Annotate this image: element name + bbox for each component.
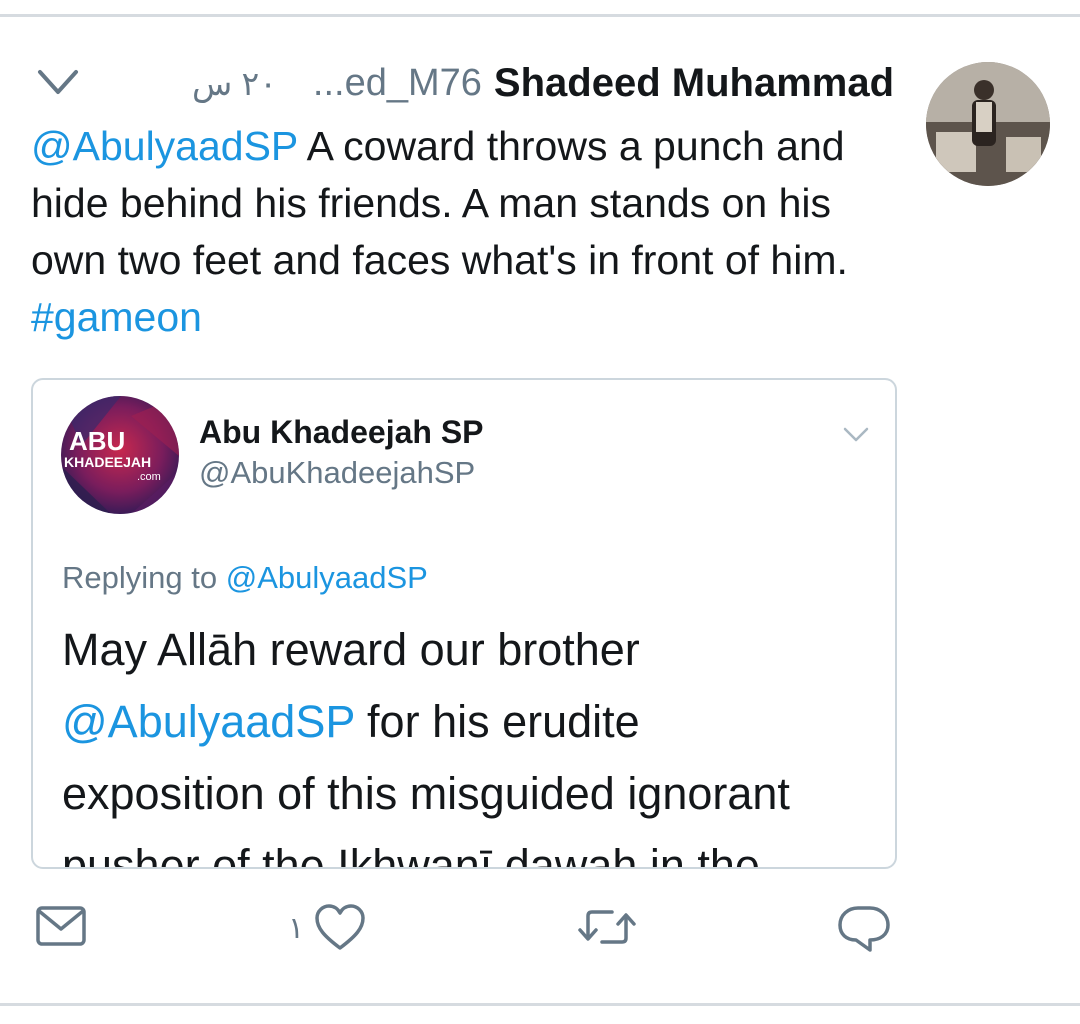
like-count: ١	[288, 911, 305, 945]
author-name[interactable]: Shadeed Muhammad	[494, 61, 894, 106]
quoted-line-1: May Allāh reward our brother	[62, 624, 640, 675]
avatar-logo-subtext: KHADEEJAH	[64, 454, 151, 470]
tweet-mention-link[interactable]: @AbulyaadSP	[31, 123, 298, 169]
quoted-tweet-card[interactable]: ABU KHADEEJAH .com Abu Khadeejah SP @Abu…	[31, 378, 897, 869]
reply-button[interactable]	[836, 904, 892, 954]
quoted-line-3: exposition of this misguided ignorant	[62, 768, 790, 819]
quoted-chevron-down-icon[interactable]	[843, 426, 869, 444]
top-divider	[0, 14, 1080, 17]
quoted-author-avatar[interactable]: ABU KHADEEJAH .com	[61, 396, 179, 514]
quoted-author-name[interactable]: Abu Khadeejah SP	[199, 414, 484, 451]
like-button[interactable]: ١	[288, 904, 366, 952]
replying-to: Replying to @AbulyaadSP	[62, 560, 428, 596]
retweet-button[interactable]	[578, 904, 636, 950]
replying-label: Replying to	[62, 560, 226, 595]
reply-icon	[838, 906, 890, 952]
heart-icon	[315, 904, 365, 950]
tweet-timestamp[interactable]: ٢٠ س	[192, 64, 277, 103]
hashtag-link[interactable]: #gameon	[31, 294, 202, 340]
quoted-tweet-text: May Allāh reward our brother @AbulyaadSP…	[62, 614, 872, 869]
quoted-line-2: @AbulyaadSP for his erudite	[62, 686, 872, 758]
author-handle[interactable]: ...ed_M76	[313, 62, 482, 105]
retweet-icon	[578, 910, 636, 944]
chevron-down-icon[interactable]	[36, 66, 80, 100]
tweet-actions: ١	[0, 900, 1080, 964]
quoted-line-2-text: for his erudite	[354, 696, 640, 747]
author-avatar[interactable]	[926, 62, 1050, 186]
tweet-header: ٢٠ س ...ed_M76 Shadeed Muhammad	[192, 56, 894, 110]
replying-handle-link[interactable]: @AbulyaadSP	[226, 560, 428, 595]
mail-icon	[36, 906, 86, 946]
quoted-line-4: pusher of the Ikhwanī dawah in the	[62, 840, 760, 869]
tweet-text: @AbulyaadSP A coward throws a punch and …	[31, 118, 911, 346]
dm-button[interactable]	[35, 904, 87, 948]
quoted-mention-link[interactable]: @AbulyaadSP	[62, 696, 355, 747]
bottom-divider	[0, 1003, 1080, 1006]
avatar-logo-domain: .com	[137, 471, 161, 483]
quoted-author-handle[interactable]: @AbuKhadeejahSP	[199, 455, 475, 491]
avatar-logo-text: ABU	[69, 426, 125, 456]
